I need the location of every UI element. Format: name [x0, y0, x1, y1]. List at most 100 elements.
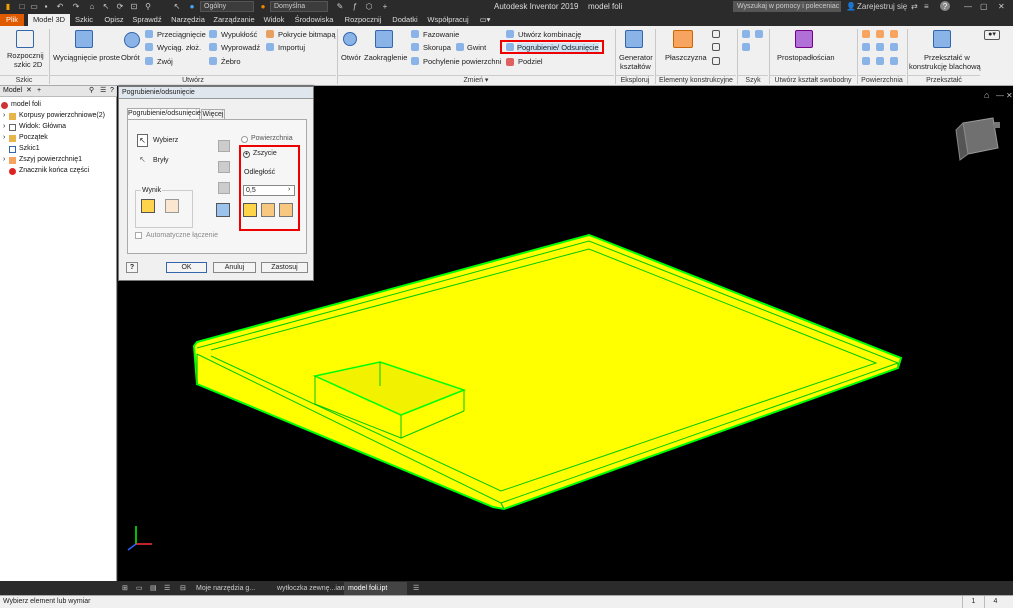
- help-button[interactable]: ?: [126, 262, 138, 273]
- expand-icon[interactable]: ›: [3, 111, 5, 121]
- nav-bar-icon[interactable]: [994, 122, 1000, 128]
- add-icon[interactable]: +: [380, 1, 390, 12]
- help-icon[interactable]: ?: [940, 1, 950, 11]
- tab-collaborate[interactable]: Współpracuj: [424, 14, 472, 26]
- boundary-patch-icon[interactable]: [862, 57, 870, 65]
- tab-environments[interactable]: Środowiska: [292, 14, 336, 26]
- rect-pattern-icon[interactable]: [742, 30, 750, 38]
- tile-view-icon[interactable]: ⊞: [118, 582, 130, 595]
- shape-generator-button[interactable]: Generator: [619, 53, 653, 62]
- measure-icon[interactable]: ⊡: [129, 1, 139, 12]
- cart-icon[interactable]: ⇄: [911, 1, 918, 12]
- sweep-button[interactable]: Przeciągnięcie: [157, 30, 206, 39]
- rib-button[interactable]: Żebro: [221, 57, 241, 66]
- stitch-radio[interactable]: ●: [243, 151, 250, 158]
- ruled-surface-icon[interactable]: [890, 43, 898, 51]
- minimize-icon[interactable]: —: [964, 1, 972, 12]
- draft-button[interactable]: Pochylenie powierzchni: [423, 57, 501, 66]
- viewport-minimize-icon[interactable]: —: [996, 91, 1004, 100]
- document-tab-model-foli[interactable]: model foli.ipt: [344, 582, 407, 595]
- sculpt-icon[interactable]: [862, 43, 870, 51]
- import-button[interactable]: Importuj: [278, 43, 305, 52]
- viewport-close-icon[interactable]: ✕: [1006, 91, 1013, 100]
- new-file-icon[interactable]: □: [17, 1, 27, 12]
- tab-model-3d[interactable]: Model 3D: [28, 14, 70, 26]
- browser-search-icon[interactable]: ⚲: [89, 86, 94, 96]
- update-icon[interactable]: ⟳: [115, 1, 125, 12]
- apply-button[interactable]: Zastosuj: [261, 262, 308, 273]
- direction-2-button[interactable]: [261, 203, 275, 217]
- patch-icon[interactable]: [862, 30, 870, 38]
- start-sketch-button[interactable]: Rozpocznij: [7, 51, 44, 60]
- split-button[interactable]: Podziel: [518, 57, 543, 66]
- tab-add-ins[interactable]: Dodatki: [389, 14, 421, 26]
- document-tab-menu-icon[interactable]: ☰: [409, 582, 423, 595]
- save-icon[interactable]: ▪: [41, 1, 51, 12]
- viewcube-icon[interactable]: [955, 117, 999, 161]
- home-icon[interactable]: ⌂: [87, 1, 97, 12]
- decal-button[interactable]: Pokrycie bitmapą: [278, 30, 336, 39]
- maximize-icon[interactable]: ▢: [980, 1, 988, 12]
- convert-sheet-metal-button[interactable]: Przekształć w: [924, 53, 970, 62]
- ribbon-options-icon[interactable]: ▭▾: [478, 14, 492, 26]
- dialog-tab-thicken[interactable]: Pogrubienie/odsunięcie: [127, 108, 201, 119]
- close-icon[interactable]: ✕: [998, 1, 1005, 12]
- network-icon[interactable]: ≡: [924, 1, 929, 12]
- shell-button[interactable]: Skorupa: [423, 43, 451, 52]
- flip-direction-2-button[interactable]: [218, 161, 230, 173]
- zoom-icon[interactable]: ⚲: [143, 1, 153, 12]
- list-view-icon[interactable]: ☰: [160, 582, 172, 595]
- toggle-tabs-icon[interactable]: ⊟: [176, 582, 188, 595]
- document-tab-emboss[interactable]: wytłoczka zewnę...iam: [273, 582, 347, 595]
- mirror-icon[interactable]: [742, 43, 750, 51]
- circ-pattern-icon[interactable]: [755, 30, 763, 38]
- extrude-button[interactable]: Wyciągnięcie proste: [53, 53, 120, 62]
- box-freeform-button[interactable]: Prostopadłościan: [777, 53, 835, 62]
- thicken-offset-button[interactable]: Pogrubienie/ Odsunięcie: [517, 43, 599, 52]
- emboss-button[interactable]: Wypukłość: [221, 30, 257, 39]
- ipart-icon[interactable]: ⬡: [364, 1, 374, 12]
- redo-icon[interactable]: ↷: [71, 1, 81, 12]
- revolve-button[interactable]: Obrót: [121, 53, 140, 62]
- open-file-icon[interactable]: ▭: [29, 1, 39, 12]
- stitch-icon[interactable]: [890, 30, 898, 38]
- browser-pin-icon[interactable]: ?: [110, 86, 114, 96]
- home-view-icon[interactable]: ⌂: [984, 90, 989, 100]
- document-tab-my-tools[interactable]: Moje narzędzia g...: [192, 582, 269, 595]
- ok-button[interactable]: OK: [166, 262, 207, 273]
- cancel-button[interactable]: Anuluj: [213, 262, 256, 273]
- cascade-view-icon[interactable]: ▭: [132, 582, 144, 595]
- browser-close-icon[interactable]: ✕: [26, 86, 32, 96]
- tab-get-started[interactable]: Rozpocznij: [340, 14, 386, 26]
- app-logo-icon[interactable]: ▮: [3, 1, 13, 12]
- plane-button[interactable]: Płaszczyzna: [665, 53, 707, 62]
- browser-tab-model[interactable]: Model: [3, 86, 22, 96]
- distance-arrow-icon[interactable]: ›: [288, 186, 290, 193]
- fillet-button[interactable]: Zaokrąglenie: [364, 53, 407, 62]
- replace-face-icon[interactable]: [876, 57, 884, 65]
- point-icon[interactable]: [712, 43, 720, 51]
- coil-button[interactable]: Zwój: [157, 57, 173, 66]
- group-modify[interactable]: Zmień ▾: [338, 75, 614, 85]
- ribbon-menu-icon[interactable]: ●▾: [984, 30, 1000, 40]
- output-solid-button[interactable]: [141, 199, 155, 213]
- ucs-icon[interactable]: [712, 57, 720, 65]
- user-icon[interactable]: 👤: [846, 1, 856, 12]
- material-combo[interactable]: Ogólny: [200, 1, 254, 12]
- help-search-input[interactable]: Wyszukaj w pomocy i poleceniac: [733, 1, 841, 12]
- surface-radio[interactable]: [241, 136, 248, 143]
- auto-blend-checkbox[interactable]: [135, 232, 142, 239]
- tab-inspect[interactable]: Sprawdź: [130, 14, 164, 26]
- select-arrow-icon[interactable]: ↖: [137, 134, 148, 147]
- direction-symmetric-button[interactable]: [279, 203, 293, 217]
- select-icon[interactable]: ↖: [101, 1, 111, 12]
- solids-arrow-icon[interactable]: ↖: [137, 154, 148, 167]
- combine-button[interactable]: Utwórz kombinację: [518, 30, 581, 39]
- dialog-tab-more[interactable]: Więcej: [201, 109, 225, 119]
- browser-menu-icon[interactable]: ☰: [100, 86, 106, 96]
- derive-button[interactable]: Wyprowadź: [221, 43, 260, 52]
- browser-add-icon[interactable]: +: [37, 86, 41, 96]
- tab-annotate[interactable]: Opisz: [100, 14, 128, 26]
- appearance-combo[interactable]: Domyślna: [270, 1, 328, 12]
- tab-sketch[interactable]: Szkic: [72, 14, 96, 26]
